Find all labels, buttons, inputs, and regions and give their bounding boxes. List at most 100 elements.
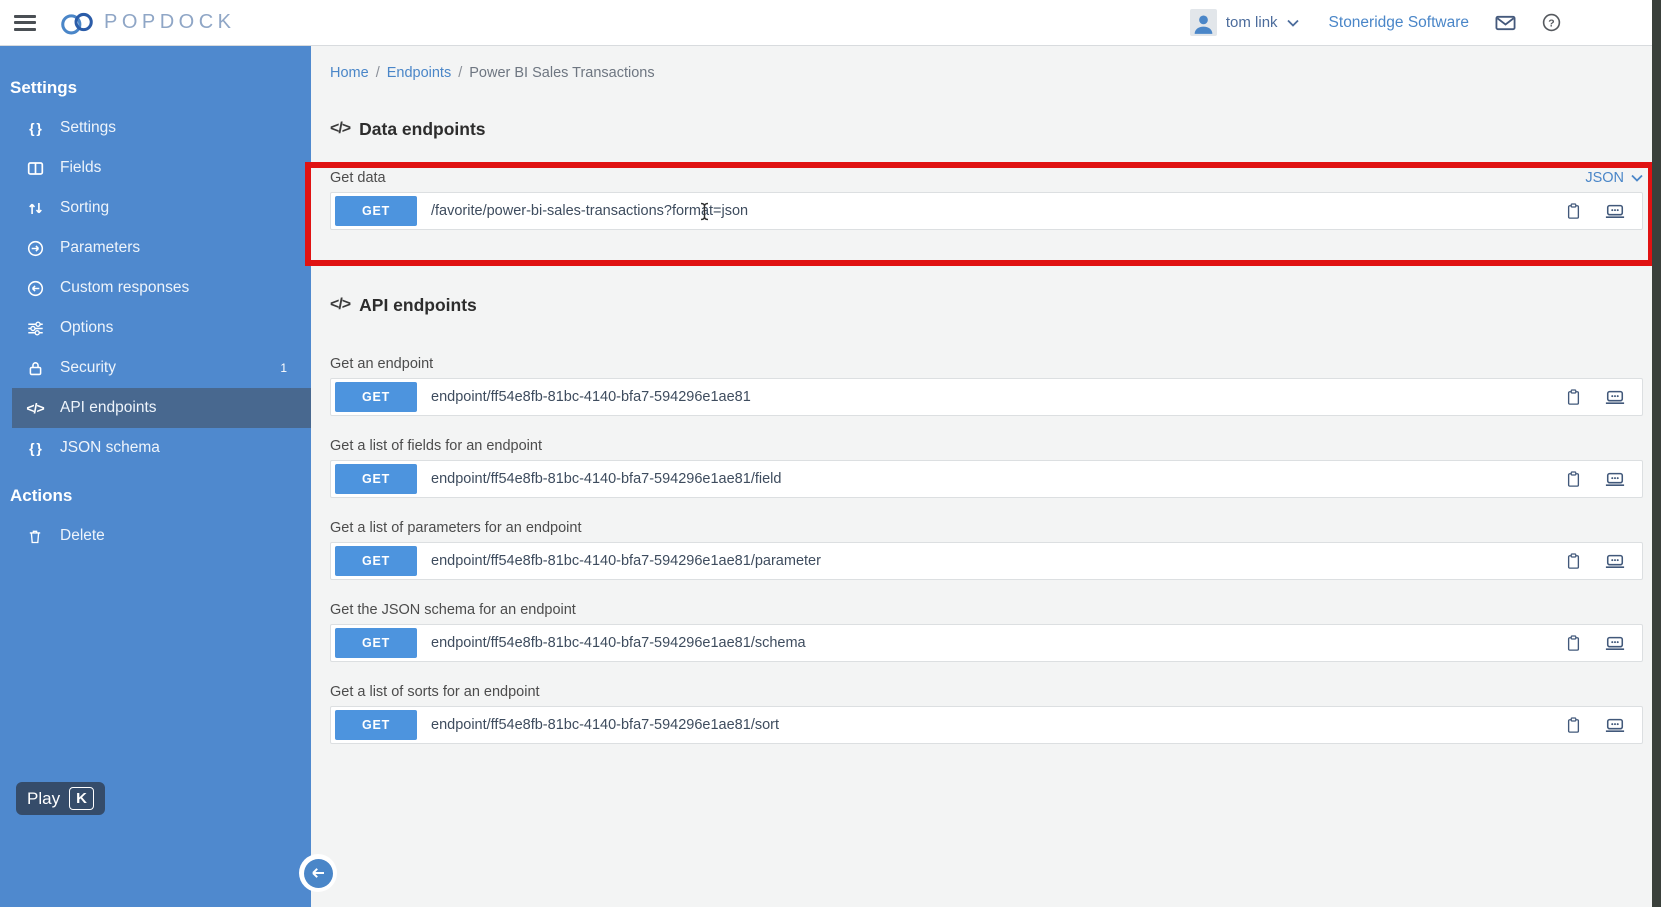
copy-clipboard-icon[interactable] <box>1566 716 1581 734</box>
security-count-badge: 1 <box>280 361 287 375</box>
endpoint-url-field[interactable]: endpoint/ff54e8fb-81bc-4140-bfa7-594296e… <box>431 717 779 733</box>
console-icon[interactable] <box>1605 390 1625 405</box>
sidebar-section-actions: Actions <box>10 486 73 505</box>
code-icon: </> <box>330 120 351 137</box>
trash-icon <box>25 528 45 545</box>
endpoint-label: Get a list of parameters for an endpoint <box>330 520 582 536</box>
arrow-circle-right-icon <box>25 240 45 257</box>
endpoint-url-field[interactable]: /favorite/power-bi-sales-transactions?fo… <box>431 203 748 219</box>
endpoint-url-field[interactable]: endpoint/ff54e8fb-81bc-4140-bfa7-594296e… <box>431 553 821 569</box>
main-panel: Home / Endpoints / Power BI Sales Transa… <box>311 46 1661 907</box>
braces-icon: { } <box>29 440 42 456</box>
format-dropdown[interactable]: JSON <box>1585 170 1643 186</box>
right-screen-edge <box>1652 0 1661 907</box>
organization-link[interactable]: Stoneridge Software <box>1329 14 1469 32</box>
get-method-button[interactable]: GET <box>335 196 417 226</box>
user-menu[interactable]: tom link <box>1189 9 1299 36</box>
lock-icon <box>25 360 45 377</box>
endpoint-row: GET endpoint/ff54e8fb-81bc-4140-bfa7-594… <box>330 706 1643 744</box>
copy-clipboard-icon[interactable] <box>1566 202 1581 220</box>
popdock-logo[interactable]: POPDOCK <box>58 9 236 36</box>
copy-clipboard-icon[interactable] <box>1566 634 1581 652</box>
hamburger-menu-icon[interactable] <box>14 14 36 31</box>
sidebar-item-security[interactable]: Security 1 <box>0 348 311 388</box>
get-method-button[interactable]: GET <box>335 628 417 658</box>
console-icon[interactable] <box>1605 472 1625 487</box>
sidebar-item-json-schema[interactable]: { } JSON schema <box>0 428 311 468</box>
play-label: Play <box>27 788 61 808</box>
code-icon: </> <box>26 400 44 416</box>
chevron-down-icon <box>1286 19 1299 27</box>
copy-clipboard-icon[interactable] <box>1566 552 1581 570</box>
get-method-button[interactable]: GET <box>335 382 417 412</box>
mail-icon[interactable] <box>1495 15 1516 31</box>
sidebar: Settings { } Settings Fields Sorting Par… <box>0 46 311 907</box>
play-key-overlay: Play K <box>16 782 105 815</box>
heading-text: Data endpoints <box>359 118 486 139</box>
sidebar-item-custom-responses[interactable]: Custom responses <box>0 268 311 308</box>
endpoint-label: Get a list of sorts for an endpoint <box>330 684 540 700</box>
console-icon[interactable] <box>1605 636 1625 651</box>
popdock-cloud-icon <box>58 9 96 36</box>
columns-icon <box>25 160 45 177</box>
user-avatar <box>1189 9 1217 36</box>
get-method-button[interactable]: GET <box>335 546 417 576</box>
endpoint-label: Get the JSON schema for an endpoint <box>330 602 576 618</box>
breadcrumb: Home / Endpoints / Power BI Sales Transa… <box>330 46 1643 81</box>
heading-text: API endpoints <box>359 294 477 315</box>
help-icon[interactable]: ? <box>1542 13 1561 32</box>
sidebar-collapse-button[interactable] <box>299 854 337 892</box>
get-method-button[interactable]: GET <box>335 464 417 494</box>
api-endpoints-heading: </> API endpoints <box>330 294 1643 316</box>
chevron-down-icon <box>1631 174 1643 182</box>
data-endpoints-heading: </> Data endpoints <box>330 118 1643 140</box>
breadcrumb-current: Power BI Sales Transactions <box>469 65 655 81</box>
top-bar: POPDOCK tom link Stoneridge Software ? <box>0 0 1661 46</box>
breadcrumb-separator: / <box>458 65 463 81</box>
endpoint-label: Get an endpoint <box>330 356 434 372</box>
logo-text: POPDOCK <box>104 11 236 33</box>
sidebar-item-label: Settings <box>60 119 117 136</box>
sidebar-item-label: Sorting <box>60 199 110 216</box>
sidebar-item-label: Fields <box>60 159 102 176</box>
get-method-button[interactable]: GET <box>335 710 417 740</box>
copy-clipboard-icon[interactable] <box>1566 470 1581 488</box>
sidebar-item-options[interactable]: Options <box>0 308 311 348</box>
arrow-circle-left-icon <box>25 280 45 297</box>
sidebar-item-label: Delete <box>60 527 105 544</box>
endpoint-url-field[interactable]: endpoint/ff54e8fb-81bc-4140-bfa7-594296e… <box>431 635 806 651</box>
user-name: tom link <box>1225 14 1278 31</box>
endpoint-row: GET endpoint/ff54e8fb-81bc-4140-bfa7-594… <box>330 378 1643 416</box>
sidebar-item-label: Custom responses <box>60 279 190 296</box>
endpoint-url-field[interactable]: endpoint/ff54e8fb-81bc-4140-bfa7-594296e… <box>431 471 781 487</box>
format-dropdown-value: JSON <box>1585 170 1624 186</box>
console-icon[interactable] <box>1605 204 1625 219</box>
sidebar-item-label: Security <box>60 359 116 376</box>
breadcrumb-home[interactable]: Home <box>330 65 369 81</box>
endpoint-url-field[interactable]: endpoint/ff54e8fb-81bc-4140-bfa7-594296e… <box>431 389 751 405</box>
get-data-block: Get data JSON GET /favorite/power-bi-sal… <box>330 168 1643 230</box>
sidebar-item-delete[interactable]: Delete <box>0 516 311 556</box>
arrow-left-icon <box>311 867 325 879</box>
sort-icon <box>25 200 45 217</box>
sidebar-item-sorting[interactable]: Sorting <box>0 188 311 228</box>
endpoint-group: Get an endpoint GET endpoint/ff54e8fb-81… <box>330 354 1643 416</box>
console-icon[interactable] <box>1605 718 1625 733</box>
sidebar-item-settings[interactable]: { } Settings <box>0 108 311 148</box>
endpoint-group: Get a list of sorts for an endpoint GET … <box>330 682 1643 744</box>
breadcrumb-separator: / <box>375 65 380 81</box>
sliders-icon <box>25 320 45 337</box>
endpoint-row: GET endpoint/ff54e8fb-81bc-4140-bfa7-594… <box>330 624 1643 662</box>
sidebar-item-parameters[interactable]: Parameters <box>0 228 311 268</box>
sidebar-item-label: API endpoints <box>60 399 157 416</box>
code-icon: </> <box>330 296 351 313</box>
sidebar-item-api-endpoints[interactable]: </> API endpoints <box>0 388 311 428</box>
svg-text:?: ? <box>1548 18 1554 29</box>
console-icon[interactable] <box>1605 554 1625 569</box>
sidebar-item-fields[interactable]: Fields <box>0 148 311 188</box>
endpoint-label: Get data <box>330 170 386 186</box>
breadcrumb-endpoints[interactable]: Endpoints <box>387 65 452 81</box>
copy-clipboard-icon[interactable] <box>1566 388 1581 406</box>
sidebar-item-label: Parameters <box>60 239 141 256</box>
sidebar-item-label: Options <box>60 319 114 336</box>
